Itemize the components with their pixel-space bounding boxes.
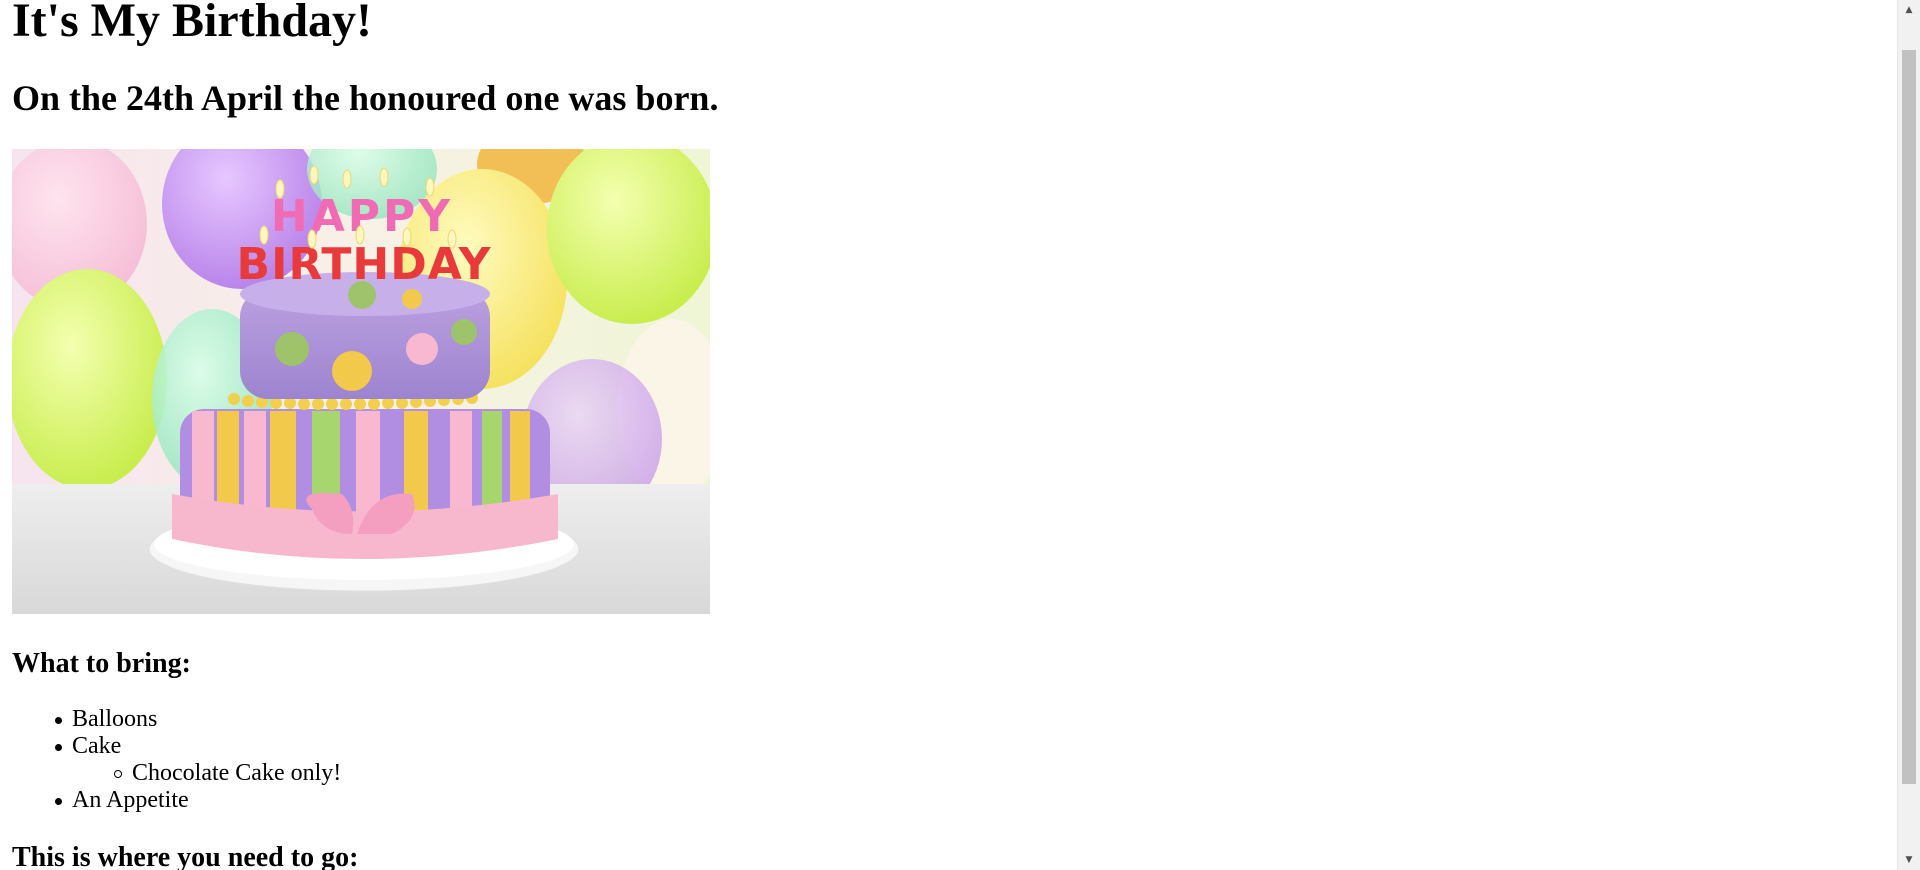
list-item: An Appetite <box>12 787 341 814</box>
list-item: Balloons <box>12 706 341 733</box>
bullet-dot-icon <box>55 798 62 805</box>
bring-list: Balloons Cake Chocolate Cake only! An Ap… <box>12 706 341 814</box>
sub-list-item-label: Chocolate Cake only! <box>132 760 342 786</box>
bullet-circle-icon <box>114 770 122 778</box>
scroll-thumb[interactable] <box>1902 50 1916 784</box>
bullet-dot-icon <box>55 744 62 751</box>
scroll-up-arrow-icon[interactable]: ▲ <box>1898 0 1920 20</box>
what-to-bring-heading: What to bring: <box>12 648 191 679</box>
cake-illustration: HAPPY BIRTHDAY <box>12 149 710 614</box>
birthday-cake-image: HAPPY BIRTHDAY <box>12 149 710 614</box>
vertical-scrollbar[interactable]: ▲ ▼ <box>1897 0 1920 870</box>
page-subtitle: On the 24th April the honoured one was b… <box>12 78 719 118</box>
list-item-label: Cake <box>72 733 122 759</box>
where-to-go-heading: This is where you need to go: <box>12 842 359 870</box>
page-title: It's My Birthday! <box>12 0 372 47</box>
list-item: Cake <box>12 733 341 760</box>
page-content: It's My Birthday! On the 24th April the … <box>12 0 1892 870</box>
sub-list-item: Chocolate Cake only! <box>12 760 341 787</box>
scroll-down-arrow-icon[interactable]: ▼ <box>1898 850 1920 870</box>
list-item-label: An Appetite <box>72 787 189 813</box>
bullet-dot-icon <box>55 717 62 724</box>
list-item-label: Balloons <box>72 706 158 732</box>
